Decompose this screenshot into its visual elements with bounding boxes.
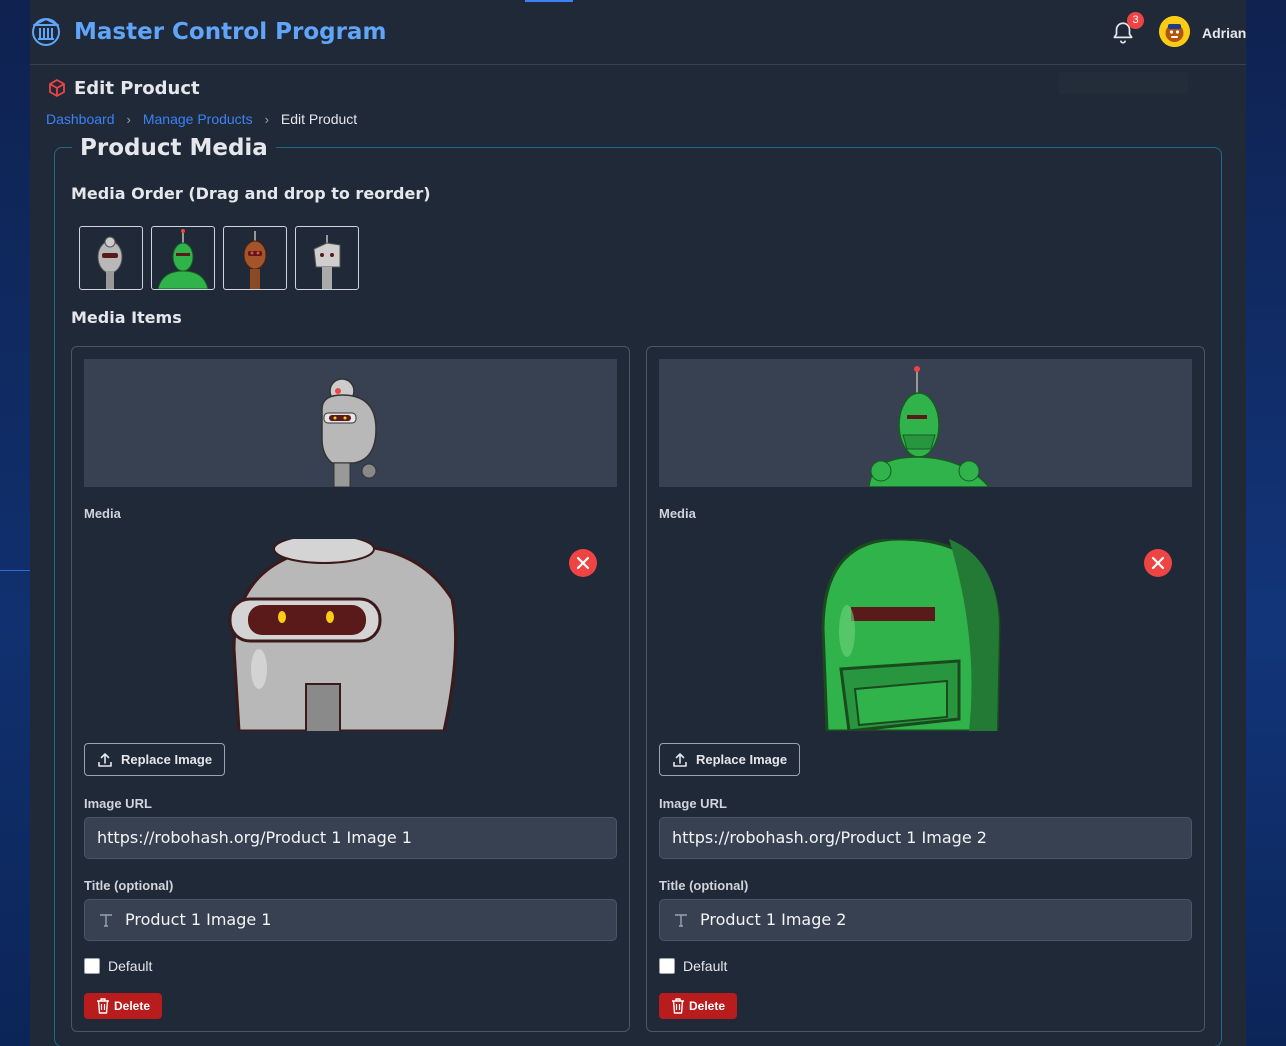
title-label: Title (optional) <box>84 878 174 893</box>
breadcrumb-current: Edit Product <box>280 111 358 127</box>
bank-building-icon[interactable] <box>31 17 61 47</box>
delete-media-button[interactable]: Delete <box>659 993 738 1019</box>
green-robot-large-icon <box>821 539 1001 731</box>
image-url-label: Image URL <box>84 796 152 811</box>
media-thumb-4[interactable] <box>295 226 359 290</box>
background-left <box>0 0 30 1046</box>
media-label-1: Media <box>84 506 121 521</box>
breadcrumb: Dashboard › Manage Products › Edit Produ… <box>46 111 357 127</box>
media-image-2 <box>659 539 1192 731</box>
remove-media-button[interactable] <box>1144 549 1172 577</box>
media-order-label: Media Order (Drag and drop to reorder) <box>71 184 431 203</box>
title-input[interactable]: Product 1 Image 1 <box>84 899 617 941</box>
notification-count-badge: 3 <box>1127 12 1144 29</box>
replace-image-button[interactable]: Replace Image <box>659 743 801 776</box>
product-media-panel: Product Media Media Order (Drag and drop… <box>54 135 1222 1046</box>
top-bar: Master Control Program 3 Adrian <box>30 0 1246 65</box>
image-url-input[interactable]: https://robohash.org/Product 1 Image 1 <box>84 817 617 859</box>
breadcrumb-manage-products[interactable]: Manage Products <box>143 111 253 127</box>
chevron-right-icon: › <box>264 111 269 127</box>
background-right <box>1246 0 1286 1046</box>
gray-robot-preview-icon <box>321 378 377 487</box>
image-url-label: Image URL <box>659 796 727 811</box>
media-order-list <box>79 226 359 290</box>
upload-icon <box>98 753 112 767</box>
chevron-right-icon: › <box>126 111 131 127</box>
media-image-1 <box>84 539 617 731</box>
media-item-card-2: Media Replace Image Image URL https://ro… <box>646 346 1205 1032</box>
replace-image-button[interactable]: Replace Image <box>84 743 226 776</box>
text-type-icon <box>100 914 112 927</box>
user-avatar[interactable] <box>1159 16 1190 47</box>
breadcrumb-dashboard[interactable]: Dashboard <box>46 111 115 127</box>
upload-icon <box>673 753 687 767</box>
text-type-icon <box>675 914 687 927</box>
image-url-input[interactable]: https://robohash.org/Product 1 Image 2 <box>659 817 1192 859</box>
trash-icon <box>97 998 109 1014</box>
white-robot-icon <box>313 235 341 289</box>
replace-image-label: Replace Image <box>696 752 788 767</box>
default-checkbox-label[interactable]: Default <box>108 958 152 974</box>
app-title[interactable]: Master Control Program <box>74 19 386 45</box>
delete-label: Delete <box>689 999 726 1013</box>
gray-robot-large-icon <box>228 539 458 731</box>
media-items-label: Media Items <box>71 308 182 327</box>
delete-label: Delete <box>114 999 151 1013</box>
media-item-card-1: Media Replace Image Image URL https://ro… <box>71 346 630 1032</box>
green-robot-preview-icon <box>868 366 990 487</box>
close-icon <box>576 556 590 570</box>
media-preview-2 <box>659 359 1192 487</box>
title-label: Title (optional) <box>659 878 749 893</box>
user-name[interactable]: Adrian <box>1202 25 1246 41</box>
media-thumb-2[interactable] <box>151 226 215 290</box>
media-label-2: Media <box>659 506 696 521</box>
main-content: Product Media Media Order (Drag and drop… <box>30 135 1246 1046</box>
remove-media-button[interactable] <box>569 549 597 577</box>
avatar-face-icon <box>1159 16 1190 47</box>
replace-image-label: Replace Image <box>121 752 213 767</box>
close-icon <box>1151 556 1165 570</box>
green-robot-icon <box>157 229 209 289</box>
page-header: Edit Product Dashboard › Manage Products… <box>30 65 1246 137</box>
default-checkbox-row: Default <box>84 958 152 974</box>
gray-robot-icon <box>97 236 123 289</box>
delete-media-button[interactable]: Delete <box>84 993 163 1019</box>
app-shell: Master Control Program 3 Adrian Edit Pro… <box>30 0 1246 1046</box>
title-input-value: Product 1 Image 1 <box>125 910 272 929</box>
hidden-view-button <box>1058 72 1188 94</box>
cube-icon <box>49 79 65 97</box>
default-checkbox-label[interactable]: Default <box>683 958 727 974</box>
default-checkbox-row: Default <box>659 958 727 974</box>
top-accent-line <box>525 0 573 2</box>
title-input-value: Product 1 Image 2 <box>700 910 847 929</box>
brown-robot-icon <box>243 231 267 289</box>
default-checkbox[interactable] <box>84 958 100 974</box>
trash-icon <box>672 998 684 1014</box>
page-title: Edit Product <box>74 78 200 99</box>
media-thumb-1[interactable] <box>79 226 143 290</box>
media-preview-1 <box>84 359 617 487</box>
default-checkbox[interactable] <box>659 958 675 974</box>
media-thumb-3[interactable] <box>223 226 287 290</box>
title-input[interactable]: Product 1 Image 2 <box>659 899 1192 941</box>
product-media-legend: Product Media <box>72 135 276 161</box>
